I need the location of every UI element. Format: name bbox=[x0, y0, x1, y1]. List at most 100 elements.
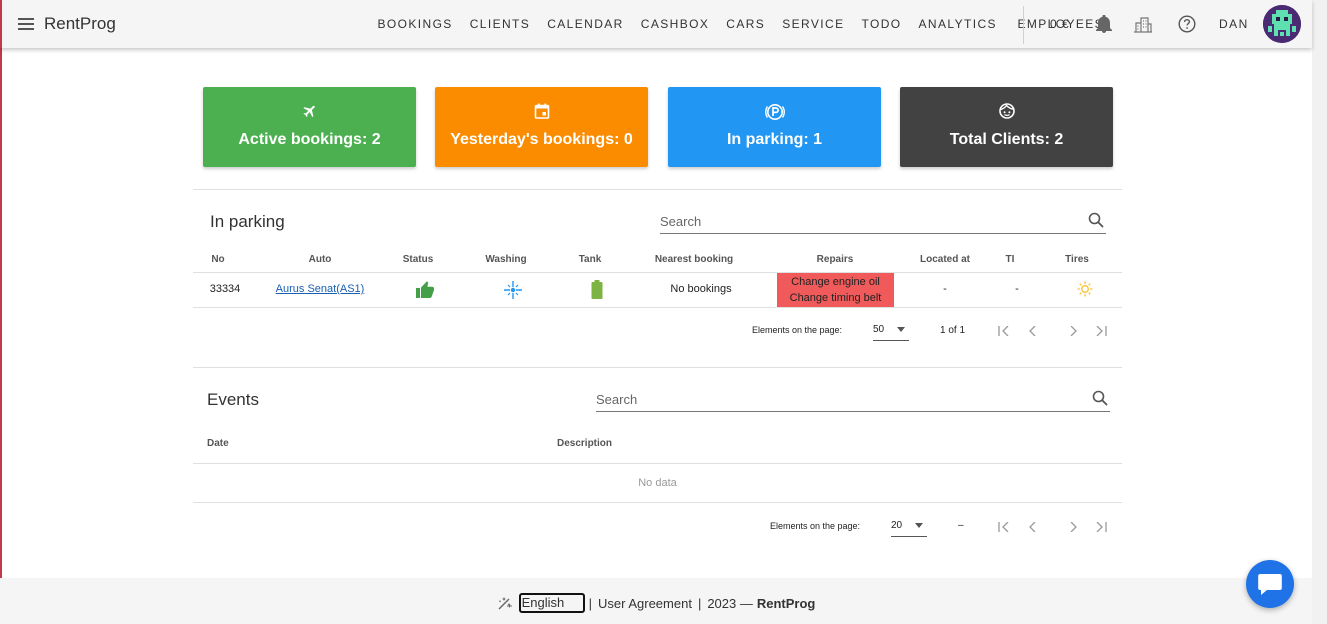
events-search-input[interactable] bbox=[596, 388, 1059, 410]
user-menu[interactable]: DAN bbox=[1219, 0, 1249, 48]
section-divider bbox=[193, 367, 1122, 368]
tank-cell[interactable] bbox=[590, 280, 604, 302]
card-active-bookings[interactable]: Active bookings: 2 bbox=[203, 87, 416, 167]
card-label: Active bookings: 2 bbox=[238, 131, 381, 148]
car-link[interactable]: Aurus Senat(AS1) bbox=[265, 283, 375, 295]
first-page-button[interactable] bbox=[996, 519, 1012, 535]
avatar[interactable] bbox=[1263, 5, 1301, 43]
search-icon[interactable] bbox=[1092, 390, 1108, 406]
rows-per-page-label: Elements on the page: bbox=[770, 521, 861, 531]
nav-clients[interactable]: CLIENTS bbox=[461, 0, 538, 48]
col-washing[interactable]: Washing bbox=[476, 254, 536, 265]
located-at-cell: - bbox=[943, 283, 947, 295]
card-label: In parking: 1 bbox=[726, 131, 823, 148]
last-page-button[interactable] bbox=[1093, 519, 1109, 535]
first-page-icon bbox=[998, 522, 1009, 532]
theme-toggle-icon[interactable] bbox=[497, 595, 513, 611]
city-icon bbox=[1134, 17, 1152, 33]
sparkle-icon bbox=[504, 281, 522, 299]
rows-per-page-value: 50 bbox=[873, 324, 885, 335]
user-agreement-link[interactable]: User Agreement bbox=[598, 596, 692, 611]
events-title: Events bbox=[207, 390, 259, 409]
card-label: Total Clients: 2 bbox=[949, 131, 1064, 148]
col-date[interactable]: Date bbox=[207, 438, 229, 449]
parking-icon bbox=[764, 104, 785, 120]
language-select[interactable]: English bbox=[518, 593, 585, 613]
chevron-down-icon bbox=[897, 327, 905, 332]
page-scrollbar[interactable] bbox=[1312, 0, 1327, 624]
col-no[interactable]: No bbox=[198, 254, 238, 265]
table-footer-divider bbox=[193, 502, 1122, 503]
cell-no: 33334 bbox=[209, 283, 241, 295]
main-nav: BOOKINGS CLIENTS CALENDAR CASHBOX CARS S… bbox=[369, 0, 1113, 48]
help-button[interactable] bbox=[1175, 12, 1199, 36]
window-edge bbox=[0, 0, 2, 624]
rows-per-page-label: Elements on the page: bbox=[752, 325, 843, 335]
washing-cell[interactable] bbox=[504, 281, 522, 302]
next-page-button[interactable] bbox=[1065, 323, 1081, 339]
pixel-avatar-icon bbox=[1263, 5, 1301, 43]
hamburger-icon bbox=[18, 18, 34, 30]
col-status[interactable]: Status bbox=[388, 254, 448, 265]
nav-calendar[interactable]: CALENDAR bbox=[539, 0, 633, 48]
company-button[interactable] bbox=[1131, 12, 1155, 36]
parking-search bbox=[660, 210, 1106, 234]
balance[interactable]: 0 € bbox=[1050, 0, 1070, 48]
copyright-year: 2023 — bbox=[707, 595, 753, 611]
card-in-parking[interactable]: In parking: 1 bbox=[668, 87, 881, 167]
calendar-icon bbox=[534, 103, 549, 119]
col-tires[interactable]: Tires bbox=[1052, 254, 1102, 265]
thumbs-up-icon bbox=[415, 281, 434, 298]
card-yesterdays-bookings[interactable]: Yesterday's bookings: 0 bbox=[435, 87, 648, 167]
prev-page-button[interactable] bbox=[1025, 323, 1041, 339]
sun-icon bbox=[1077, 281, 1093, 297]
nav-cashbox[interactable]: CASHBOX bbox=[632, 0, 717, 48]
chat-icon bbox=[1258, 574, 1282, 595]
tires-cell[interactable] bbox=[1076, 281, 1094, 300]
last-page-button[interactable] bbox=[1093, 323, 1109, 339]
repair-item: Change timing belt bbox=[789, 292, 882, 304]
repair-item: Change engine oil bbox=[791, 276, 880, 288]
prev-page-button[interactable] bbox=[1025, 519, 1041, 535]
chevron-right-icon bbox=[1070, 326, 1077, 336]
search-icon[interactable] bbox=[1088, 212, 1104, 228]
col-description[interactable]: Description bbox=[557, 438, 612, 449]
nav-todo[interactable]: TODO bbox=[853, 0, 910, 48]
menu-button[interactable] bbox=[2, 0, 50, 48]
ti-cell: - bbox=[1015, 283, 1019, 295]
face-icon bbox=[998, 103, 1015, 119]
rows-per-page-select[interactable]: 50 bbox=[873, 321, 909, 341]
repairs-cell[interactable]: Change engine oil Change timing belt bbox=[777, 273, 894, 307]
nav-service[interactable]: SERVICE bbox=[774, 0, 853, 48]
col-nearest-booking[interactable]: Nearest booking bbox=[644, 254, 744, 265]
first-page-button[interactable] bbox=[996, 323, 1012, 339]
nav-cars[interactable]: CARS bbox=[718, 0, 774, 48]
parking-search-input[interactable] bbox=[660, 210, 1062, 232]
chevron-left-icon bbox=[1029, 522, 1036, 532]
col-auto[interactable]: Auto bbox=[270, 254, 370, 265]
bell-icon bbox=[1096, 15, 1112, 33]
help-circle-icon bbox=[1178, 15, 1196, 33]
last-page-icon bbox=[1096, 326, 1107, 336]
nav-bookings[interactable]: BOOKINGS bbox=[369, 0, 461, 48]
table-header-divider bbox=[193, 463, 1122, 464]
col-located-at[interactable]: Located at bbox=[910, 254, 980, 265]
status-cell[interactable] bbox=[415, 281, 435, 301]
footer: English | User Agreement | 2023 — RentPr… bbox=[0, 578, 1312, 624]
parking-title: In parking bbox=[210, 212, 285, 231]
notifications-button[interactable] bbox=[1092, 12, 1116, 36]
nav-analytics[interactable]: ANALYTICS bbox=[910, 0, 1005, 48]
first-page-icon bbox=[998, 326, 1009, 336]
airplane-icon bbox=[302, 105, 315, 118]
next-page-button[interactable] bbox=[1065, 519, 1081, 535]
footer-separator: | bbox=[588, 595, 592, 611]
col-ti[interactable]: TI bbox=[995, 254, 1025, 265]
col-tank[interactable]: Tank bbox=[560, 254, 620, 265]
events-search bbox=[596, 388, 1110, 412]
card-total-clients[interactable]: Total Clients: 2 bbox=[900, 87, 1113, 167]
col-repairs[interactable]: Repairs bbox=[795, 254, 875, 265]
app-title[interactable]: RentProg bbox=[44, 14, 116, 34]
rows-per-page-select[interactable]: 20 bbox=[891, 517, 927, 537]
chat-button[interactable] bbox=[1246, 560, 1294, 608]
footer-brand: RentProg bbox=[756, 595, 816, 611]
